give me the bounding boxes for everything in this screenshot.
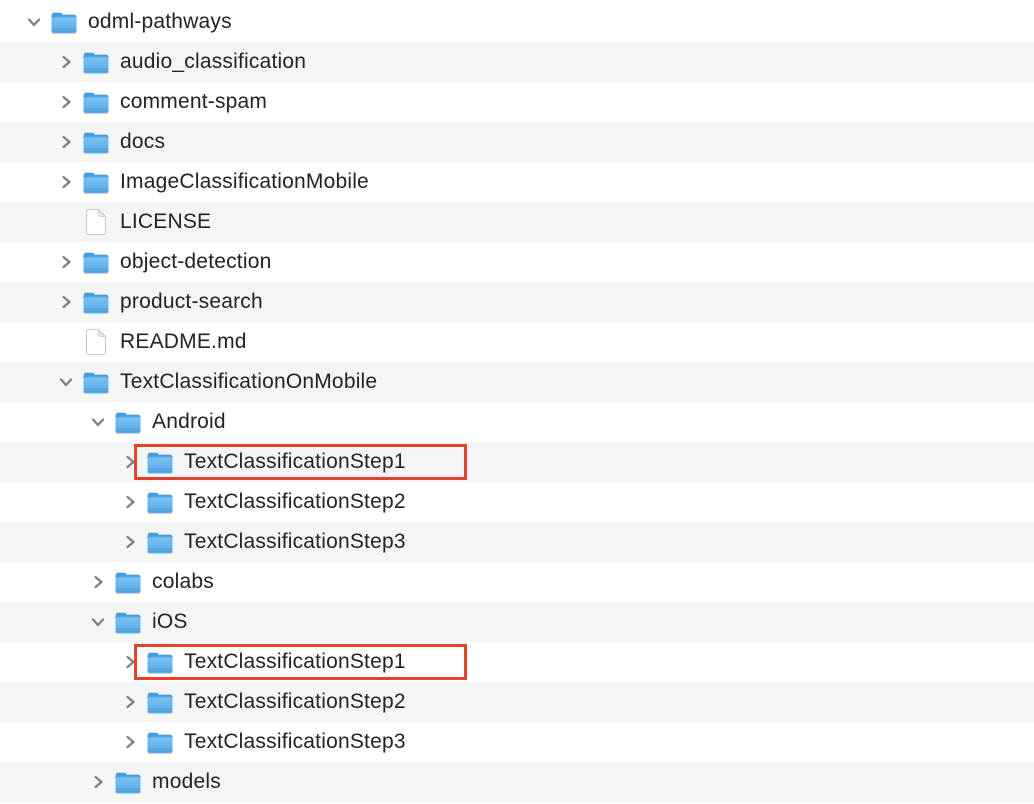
tree-row-folder[interactable]: TextClassificationStep1 <box>0 442 1034 482</box>
folder-icon <box>50 2 78 42</box>
folder-icon <box>146 442 174 482</box>
tree-row-folder[interactable]: audio_classification <box>0 42 1034 82</box>
tree-row-folder[interactable]: TextClassificationStep2 <box>0 682 1034 722</box>
folder-icon <box>146 722 174 762</box>
tree-row-folder[interactable]: TextClassificationStep2 <box>0 482 1034 522</box>
tree-row-folder[interactable]: TextClassificationOnMobile <box>0 362 1034 402</box>
folder-icon <box>146 522 174 562</box>
chevron-right-icon[interactable] <box>120 682 140 722</box>
chevron-right-icon[interactable] <box>120 442 140 482</box>
item-label: TextClassificationStep2 <box>184 690 406 714</box>
chevron-right-icon[interactable] <box>56 82 76 122</box>
tree-row-folder[interactable]: TextClassificationStep3 <box>0 522 1034 562</box>
item-label: audio_classification <box>120 50 306 74</box>
tree-row-folder[interactable]: comment-spam <box>0 82 1034 122</box>
folder-icon <box>114 762 142 802</box>
item-label: models <box>152 770 221 794</box>
chevron-right-icon[interactable] <box>56 162 76 202</box>
folder-icon <box>114 402 142 442</box>
file-icon <box>82 322 110 362</box>
folder-icon <box>146 482 174 522</box>
item-label: TextClassificationStep1 <box>184 450 406 474</box>
item-label: iOS <box>152 610 188 634</box>
chevron-down-icon[interactable] <box>56 362 76 402</box>
folder-icon <box>146 642 174 682</box>
tree-row-folder[interactable]: TextClassificationStep1 <box>0 642 1034 682</box>
tree-row-folder[interactable]: product-search <box>0 282 1034 322</box>
tree-row-folder[interactable]: TextClassificationStep3 <box>0 722 1034 762</box>
folder-icon <box>82 122 110 162</box>
chevron-right-icon[interactable] <box>120 722 140 762</box>
folder-icon <box>114 602 142 642</box>
tree-row-folder[interactable]: ImageClassificationMobile <box>0 162 1034 202</box>
folder-icon <box>82 362 110 402</box>
chevron-right-icon[interactable] <box>120 642 140 682</box>
chevron-right-icon[interactable] <box>56 242 76 282</box>
item-label: product-search <box>120 290 263 314</box>
item-label: colabs <box>152 570 214 594</box>
folder-icon <box>146 682 174 722</box>
item-label: TextClassificationStep3 <box>184 530 406 554</box>
folder-icon <box>82 42 110 82</box>
item-label: docs <box>120 130 165 154</box>
file-icon <box>82 202 110 242</box>
item-label: TextClassificationStep1 <box>184 650 406 674</box>
chevron-right-icon[interactable] <box>120 482 140 522</box>
item-label: TextClassificationStep2 <box>184 490 406 514</box>
folder-icon <box>82 282 110 322</box>
tree-row-folder[interactable]: odml-pathways <box>0 2 1034 42</box>
file-tree: odml-pathways audio_classificationcomment… <box>0 0 1034 802</box>
chevron-right-icon[interactable] <box>56 282 76 322</box>
tree-row-folder[interactable]: Android <box>0 402 1034 442</box>
item-label: TextClassificationStep3 <box>184 730 406 754</box>
chevron-right-icon[interactable] <box>56 122 76 162</box>
chevron-spacer <box>56 322 76 362</box>
item-label: odml-pathways <box>88 10 232 34</box>
tree-row-folder[interactable]: object-detection <box>0 242 1034 282</box>
tree-row-folder[interactable]: colabs <box>0 562 1034 602</box>
item-label: Android <box>152 410 226 434</box>
chevron-down-icon[interactable] <box>24 2 44 42</box>
chevron-right-icon[interactable] <box>120 522 140 562</box>
folder-icon <box>114 562 142 602</box>
tree-row-file[interactable]: LICENSE <box>0 202 1034 242</box>
tree-row-file[interactable]: README.md <box>0 322 1034 362</box>
item-label: TextClassificationOnMobile <box>120 370 377 394</box>
chevron-down-icon[interactable] <box>88 602 108 642</box>
item-label: object-detection <box>120 250 271 274</box>
chevron-spacer <box>56 202 76 242</box>
item-label: LICENSE <box>120 210 211 234</box>
item-label: comment-spam <box>120 90 267 114</box>
folder-icon <box>82 82 110 122</box>
tree-row-folder[interactable]: docs <box>0 122 1034 162</box>
item-label: ImageClassificationMobile <box>120 170 369 194</box>
chevron-right-icon[interactable] <box>88 562 108 602</box>
item-label: README.md <box>120 330 247 354</box>
chevron-right-icon[interactable] <box>56 42 76 82</box>
tree-row-folder[interactable]: iOS <box>0 602 1034 642</box>
folder-icon <box>82 162 110 202</box>
folder-icon <box>82 242 110 282</box>
tree-row-folder[interactable]: models <box>0 762 1034 802</box>
chevron-right-icon[interactable] <box>88 762 108 802</box>
chevron-down-icon[interactable] <box>88 402 108 442</box>
